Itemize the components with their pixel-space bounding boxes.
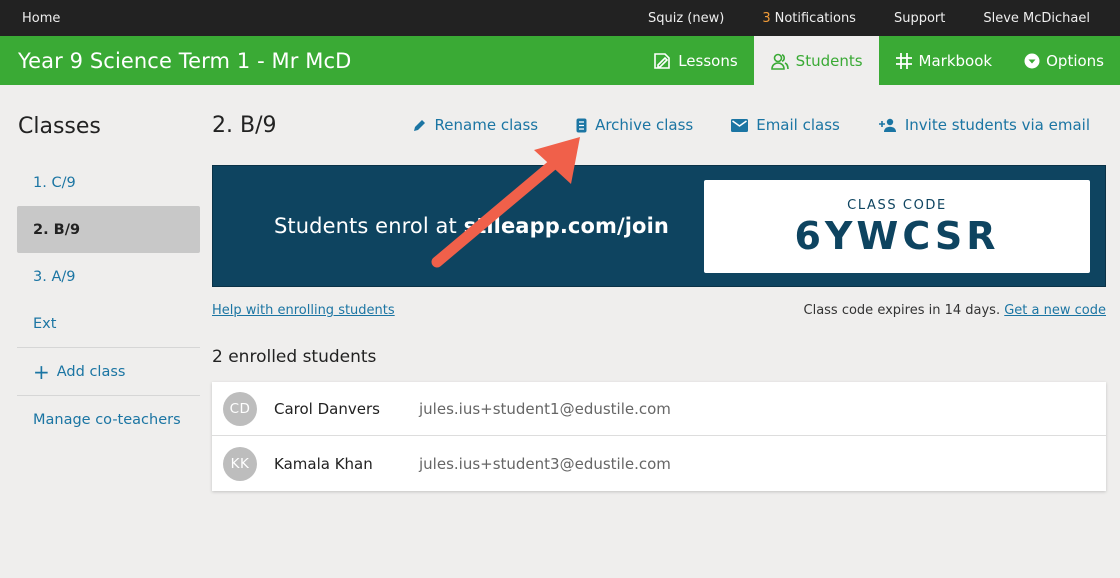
tab-markbook-label: Markbook bbox=[918, 51, 993, 70]
student-name: Kamala Khan bbox=[274, 454, 373, 473]
squiz-link[interactable]: Squiz (new) bbox=[648, 11, 724, 26]
notifications-link[interactable]: 3 Notifications bbox=[762, 11, 856, 26]
enrol-prefix: Students enrol at bbox=[274, 214, 464, 238]
list-item[interactable]: KK Kamala Khan jules.ius+student3@edusti… bbox=[212, 436, 1106, 491]
top-nav-bar: Home Squiz (new) 3 Notifications Support … bbox=[0, 0, 1120, 36]
archive-class-label: Archive class bbox=[595, 116, 694, 134]
archive-icon bbox=[576, 118, 587, 133]
archive-class-button[interactable]: Archive class bbox=[576, 116, 693, 134]
classes-heading: Classes bbox=[18, 114, 101, 139]
rename-class-button[interactable]: Rename class bbox=[413, 116, 539, 134]
class-code-value: 6YWCSR bbox=[794, 213, 1000, 258]
code-expiry-text: Class code expires in 14 days. bbox=[803, 303, 1001, 318]
tab-lessons-label: Lessons bbox=[678, 51, 738, 70]
enrol-instructions: Students enrol at stileapp.com/join bbox=[274, 214, 669, 238]
add-class-button[interactable]: + Add class bbox=[17, 348, 200, 395]
notifications-count: 3 bbox=[762, 10, 771, 26]
student-email: jules.ius+student1@edustile.com bbox=[419, 399, 671, 418]
tab-options[interactable]: Options bbox=[1008, 36, 1120, 85]
course-title: Year 9 Science Term 1 - Mr McD bbox=[18, 48, 352, 73]
class-main-panel: 2. B/9 Rename class Archive class Email … bbox=[212, 85, 1106, 491]
grid-icon bbox=[895, 52, 913, 70]
class-code-label: CLASS CODE bbox=[847, 197, 947, 213]
manage-co-teachers-link[interactable]: Manage co-teachers bbox=[17, 396, 200, 443]
students-list: CD Carol Danvers jules.ius+student1@edus… bbox=[212, 382, 1106, 491]
sidebar-item-class-ext[interactable]: Ext bbox=[17, 300, 200, 347]
enrolled-count: 2 enrolled students bbox=[212, 347, 377, 367]
add-person-icon bbox=[878, 118, 897, 132]
course-tabs: Lessons Students Markbook Options bbox=[636, 36, 1120, 85]
plus-icon: + bbox=[33, 359, 50, 384]
invite-students-button[interactable]: Invite students via email bbox=[878, 116, 1090, 134]
students-icon bbox=[770, 51, 790, 71]
classes-sidebar: Classes 1. C/9 2. B/9 3. A/9 Ext + Add c… bbox=[17, 85, 200, 443]
help-enrolling-link[interactable]: Help with enrolling students bbox=[212, 303, 395, 318]
course-header: Year 9 Science Term 1 - Mr McD Lessons S… bbox=[0, 36, 1120, 85]
home-link[interactable]: Home bbox=[22, 11, 60, 26]
avatar: CD bbox=[223, 391, 257, 426]
sidebar-item-class-b9[interactable]: 2. B/9 bbox=[17, 206, 200, 253]
class-code-box: CLASS CODE 6YWCSR bbox=[704, 180, 1090, 273]
list-item[interactable]: CD Carol Danvers jules.ius+student1@edus… bbox=[212, 382, 1106, 436]
pencil-icon bbox=[413, 118, 427, 132]
support-link[interactable]: Support bbox=[894, 11, 945, 26]
chevron-down-circle-icon bbox=[1024, 53, 1040, 69]
tab-students-label: Students bbox=[795, 51, 863, 70]
class-title: 2. B/9 bbox=[212, 112, 277, 138]
rename-class-label: Rename class bbox=[434, 116, 539, 134]
student-name: Carol Danvers bbox=[274, 399, 380, 418]
user-menu[interactable]: Sleve McDichael bbox=[983, 11, 1090, 26]
invite-students-label: Invite students via email bbox=[904, 116, 1090, 134]
sidebar-item-class-a9[interactable]: 3. A/9 bbox=[17, 253, 200, 300]
class-actions: Rename class Archive class Email class I… bbox=[375, 116, 1090, 134]
envelope-icon bbox=[731, 118, 749, 132]
notifications-label: Notifications bbox=[774, 10, 856, 26]
tab-students[interactable]: Students bbox=[753, 36, 879, 85]
tab-lessons[interactable]: Lessons bbox=[636, 36, 753, 85]
sidebar-item-class-c9[interactable]: 1. C/9 bbox=[17, 159, 200, 206]
email-class-label: Email class bbox=[756, 116, 840, 134]
add-class-label: Add class bbox=[56, 363, 126, 380]
tab-options-label: Options bbox=[1046, 51, 1104, 70]
enrolment-banner: Students enrol at stileapp.com/join CLAS… bbox=[212, 165, 1106, 287]
student-email: jules.ius+student3@edustile.com bbox=[419, 454, 671, 473]
avatar: KK bbox=[223, 446, 257, 481]
get-new-code-link[interactable]: Get a new code bbox=[1004, 303, 1106, 318]
lessons-icon bbox=[652, 51, 672, 71]
enrol-url: stileapp.com/join bbox=[463, 214, 669, 238]
email-class-button[interactable]: Email class bbox=[731, 116, 840, 134]
tab-markbook[interactable]: Markbook bbox=[879, 36, 1009, 85]
